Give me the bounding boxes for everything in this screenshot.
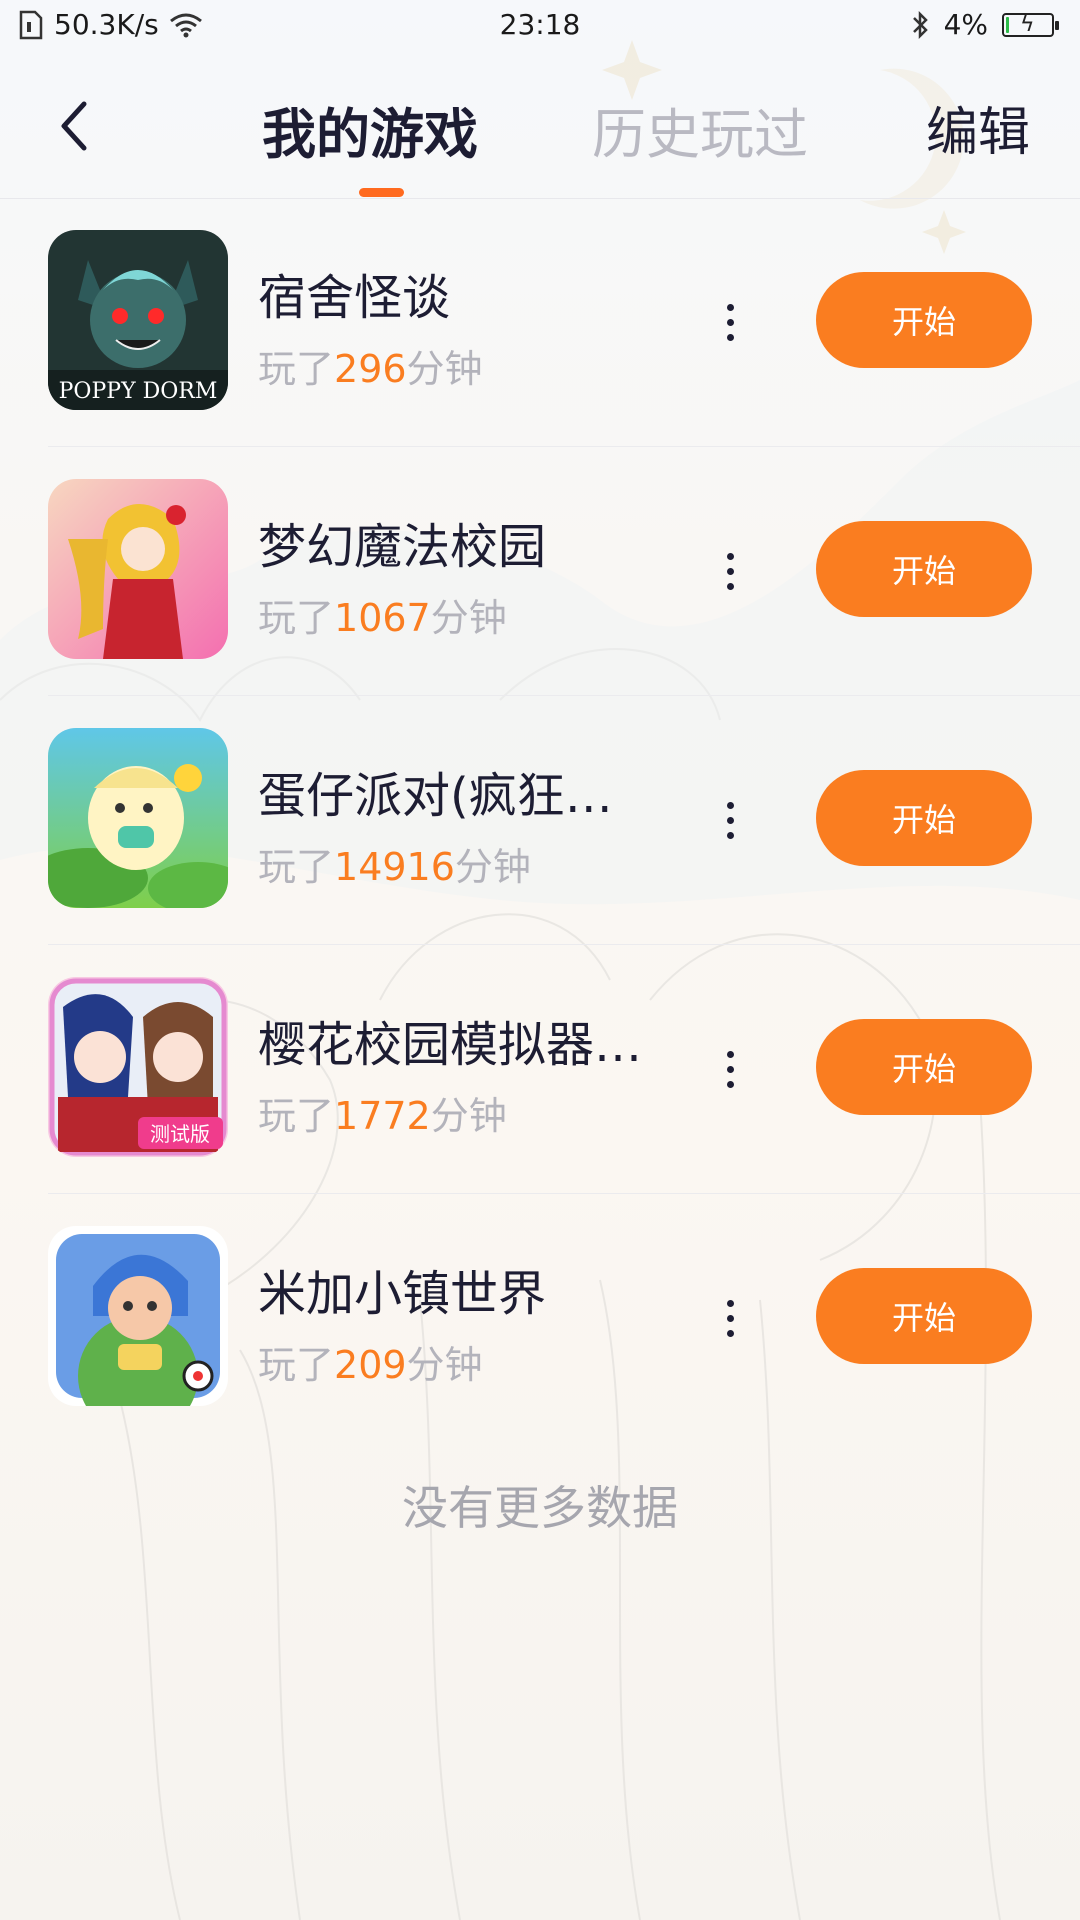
game-name: 梦幻魔法校园 — [258, 519, 547, 575]
play-time: 玩了1067分钟 — [258, 587, 507, 642]
active-tab-indicator — [359, 188, 404, 197]
back-arrow-icon — [61, 101, 87, 151]
sakura-school-icon[interactable]: 测试版 — [48, 977, 228, 1157]
game-row[interactable]: 梦幻魔法校园 玩了1067分钟 开始 — [48, 447, 1080, 696]
more-options-icon[interactable] — [716, 294, 744, 350]
tab-history[interactable]: 历史玩过 — [592, 90, 808, 169]
no-more-data-label: 没有更多数据 — [402, 1481, 678, 1535]
start-button[interactable]: 开始 — [816, 770, 1032, 866]
play-time-prefix: 玩了 — [258, 1343, 335, 1387]
play-time: 玩了14916分钟 — [258, 836, 531, 891]
battery-fill — [1006, 16, 1009, 33]
start-button[interactable]: 开始 — [816, 1268, 1032, 1364]
play-time-suffix: 分钟 — [430, 596, 507, 640]
more-options-icon[interactable] — [716, 543, 744, 599]
start-button[interactable]: 开始 — [816, 1019, 1032, 1115]
game-row[interactable]: 测试版 樱花校园模拟器… 玩了1772分钟 开始 — [48, 945, 1080, 1194]
game-name: 蛋仔派对(疯狂… — [258, 768, 613, 824]
bluetooth-icon — [912, 10, 928, 39]
play-time-suffix: 分钟 — [430, 1094, 507, 1138]
poppy-dorm-logo-text: POPPY DORM — [59, 379, 218, 404]
start-button[interactable]: 开始 — [816, 521, 1032, 617]
play-time-prefix: 玩了 — [258, 845, 335, 889]
back-button[interactable] — [44, 96, 104, 156]
battery-percent: 4% — [943, 8, 988, 41]
play-time-minutes: 209 — [334, 1343, 407, 1387]
play-time-minutes: 1772 — [334, 1094, 431, 1138]
charging-icon: ϟ — [1020, 11, 1035, 37]
play-time: 玩了209分钟 — [258, 1334, 483, 1389]
status-right: 4% ϟ — [910, 8, 1059, 41]
game-row[interactable]: 米加小镇世界 玩了209分钟 开始 — [48, 1194, 1080, 1442]
more-options-icon[interactable] — [716, 1041, 744, 1097]
play-time: 玩了1772分钟 — [258, 1085, 507, 1140]
play-time-minutes: 296 — [334, 347, 407, 391]
play-time: 玩了296分钟 — [258, 338, 483, 393]
play-time-prefix: 玩了 — [258, 1094, 335, 1138]
poppy-dorm-icon[interactable]: POPPY DORM — [48, 230, 228, 410]
status-bar: 50.3K/s 23:18 4% ϟ — [0, 0, 1080, 52]
play-time-suffix: 分钟 — [454, 845, 531, 889]
tab-my-games[interactable]: 我的游戏 — [262, 90, 478, 169]
play-time-minutes: 14916 — [334, 845, 455, 889]
play-time-suffix: 分钟 — [406, 347, 483, 391]
game-row[interactable]: 蛋仔派对(疯狂… 玩了14916分钟 开始 — [48, 696, 1080, 945]
game-name: 米加小镇世界 — [258, 1266, 547, 1322]
game-row[interactable]: POPPY DORM 宿舍怪谈 玩了296分钟 开始 — [48, 198, 1080, 447]
play-time-minutes: 1067 — [334, 596, 431, 640]
eggy-party-icon[interactable] — [48, 728, 228, 908]
header: 我的游戏 历史玩过 编辑 — [0, 60, 1080, 199]
play-time-prefix: 玩了 — [258, 596, 335, 640]
more-options-icon[interactable] — [716, 792, 744, 848]
play-time-suffix: 分钟 — [406, 1343, 483, 1387]
sakura-test-badge: 测试版 — [150, 1122, 210, 1146]
game-name: 宿舍怪谈 — [258, 270, 451, 326]
play-time-prefix: 玩了 — [258, 347, 335, 391]
start-button[interactable]: 开始 — [816, 272, 1032, 368]
more-options-icon[interactable] — [716, 1290, 744, 1346]
edit-button[interactable]: 编辑 — [926, 90, 1030, 165]
game-list: POPPY DORM 宿舍怪谈 玩了296分钟 开始 梦幻魔法校园 玩了1067… — [0, 198, 1080, 1442]
magic-school-icon[interactable] — [48, 479, 228, 659]
miga-town-icon[interactable] — [48, 1226, 228, 1406]
game-name: 樱花校园模拟器… — [258, 1017, 643, 1073]
battery-icon: ϟ — [1002, 11, 1059, 37]
